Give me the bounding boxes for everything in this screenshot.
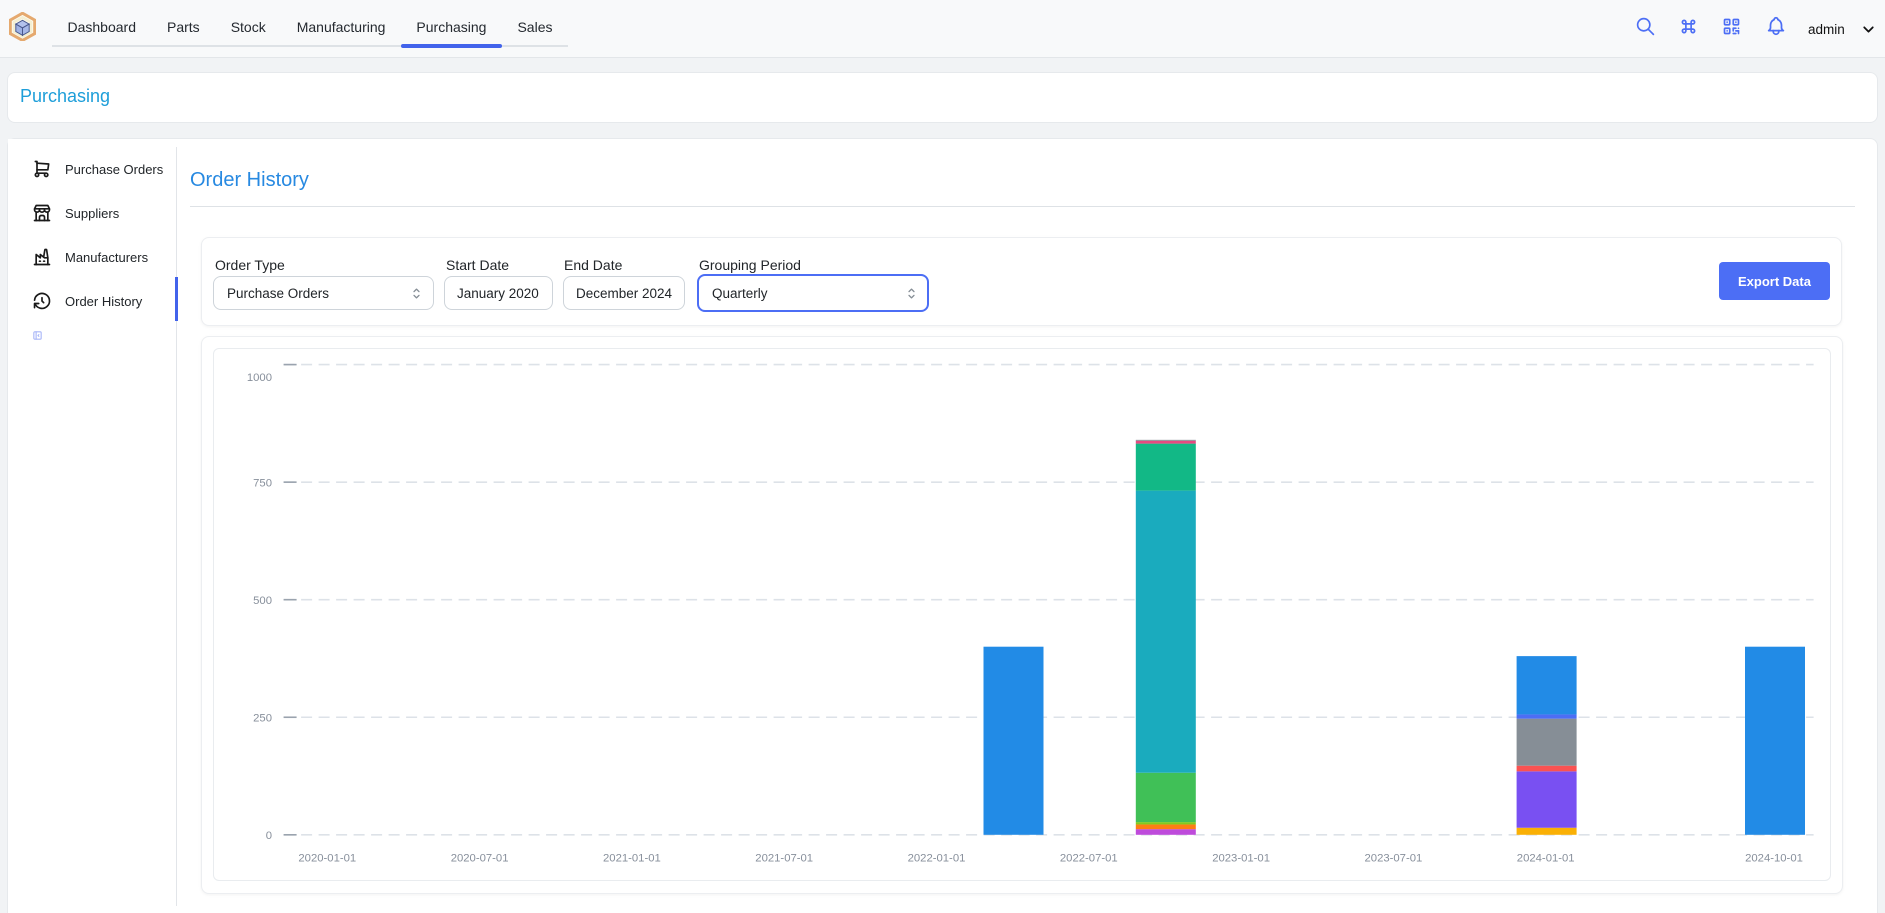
svg-text:250: 250 xyxy=(253,712,272,724)
svg-text:1000: 1000 xyxy=(247,372,272,384)
svg-text:2022-07-01: 2022-07-01 xyxy=(1060,852,1118,864)
svg-text:2023-01-01: 2023-01-01 xyxy=(1212,852,1270,864)
svg-text:2021-07-01: 2021-07-01 xyxy=(755,852,813,864)
svg-text:500: 500 xyxy=(253,595,272,607)
svg-text:2020-07-01: 2020-07-01 xyxy=(451,852,509,864)
svg-text:2020-01-01: 2020-01-01 xyxy=(298,852,356,864)
svg-text:2023-07-01: 2023-07-01 xyxy=(1365,852,1423,864)
svg-text:0: 0 xyxy=(266,830,272,842)
svg-text:2021-01-01: 2021-01-01 xyxy=(603,852,661,864)
svg-text:2022-01-01: 2022-01-01 xyxy=(908,852,966,864)
svg-text:750: 750 xyxy=(253,477,272,489)
svg-text:2024-01-01: 2024-01-01 xyxy=(1517,852,1575,864)
svg-text:2024-10-01: 2024-10-01 xyxy=(1745,852,1803,864)
